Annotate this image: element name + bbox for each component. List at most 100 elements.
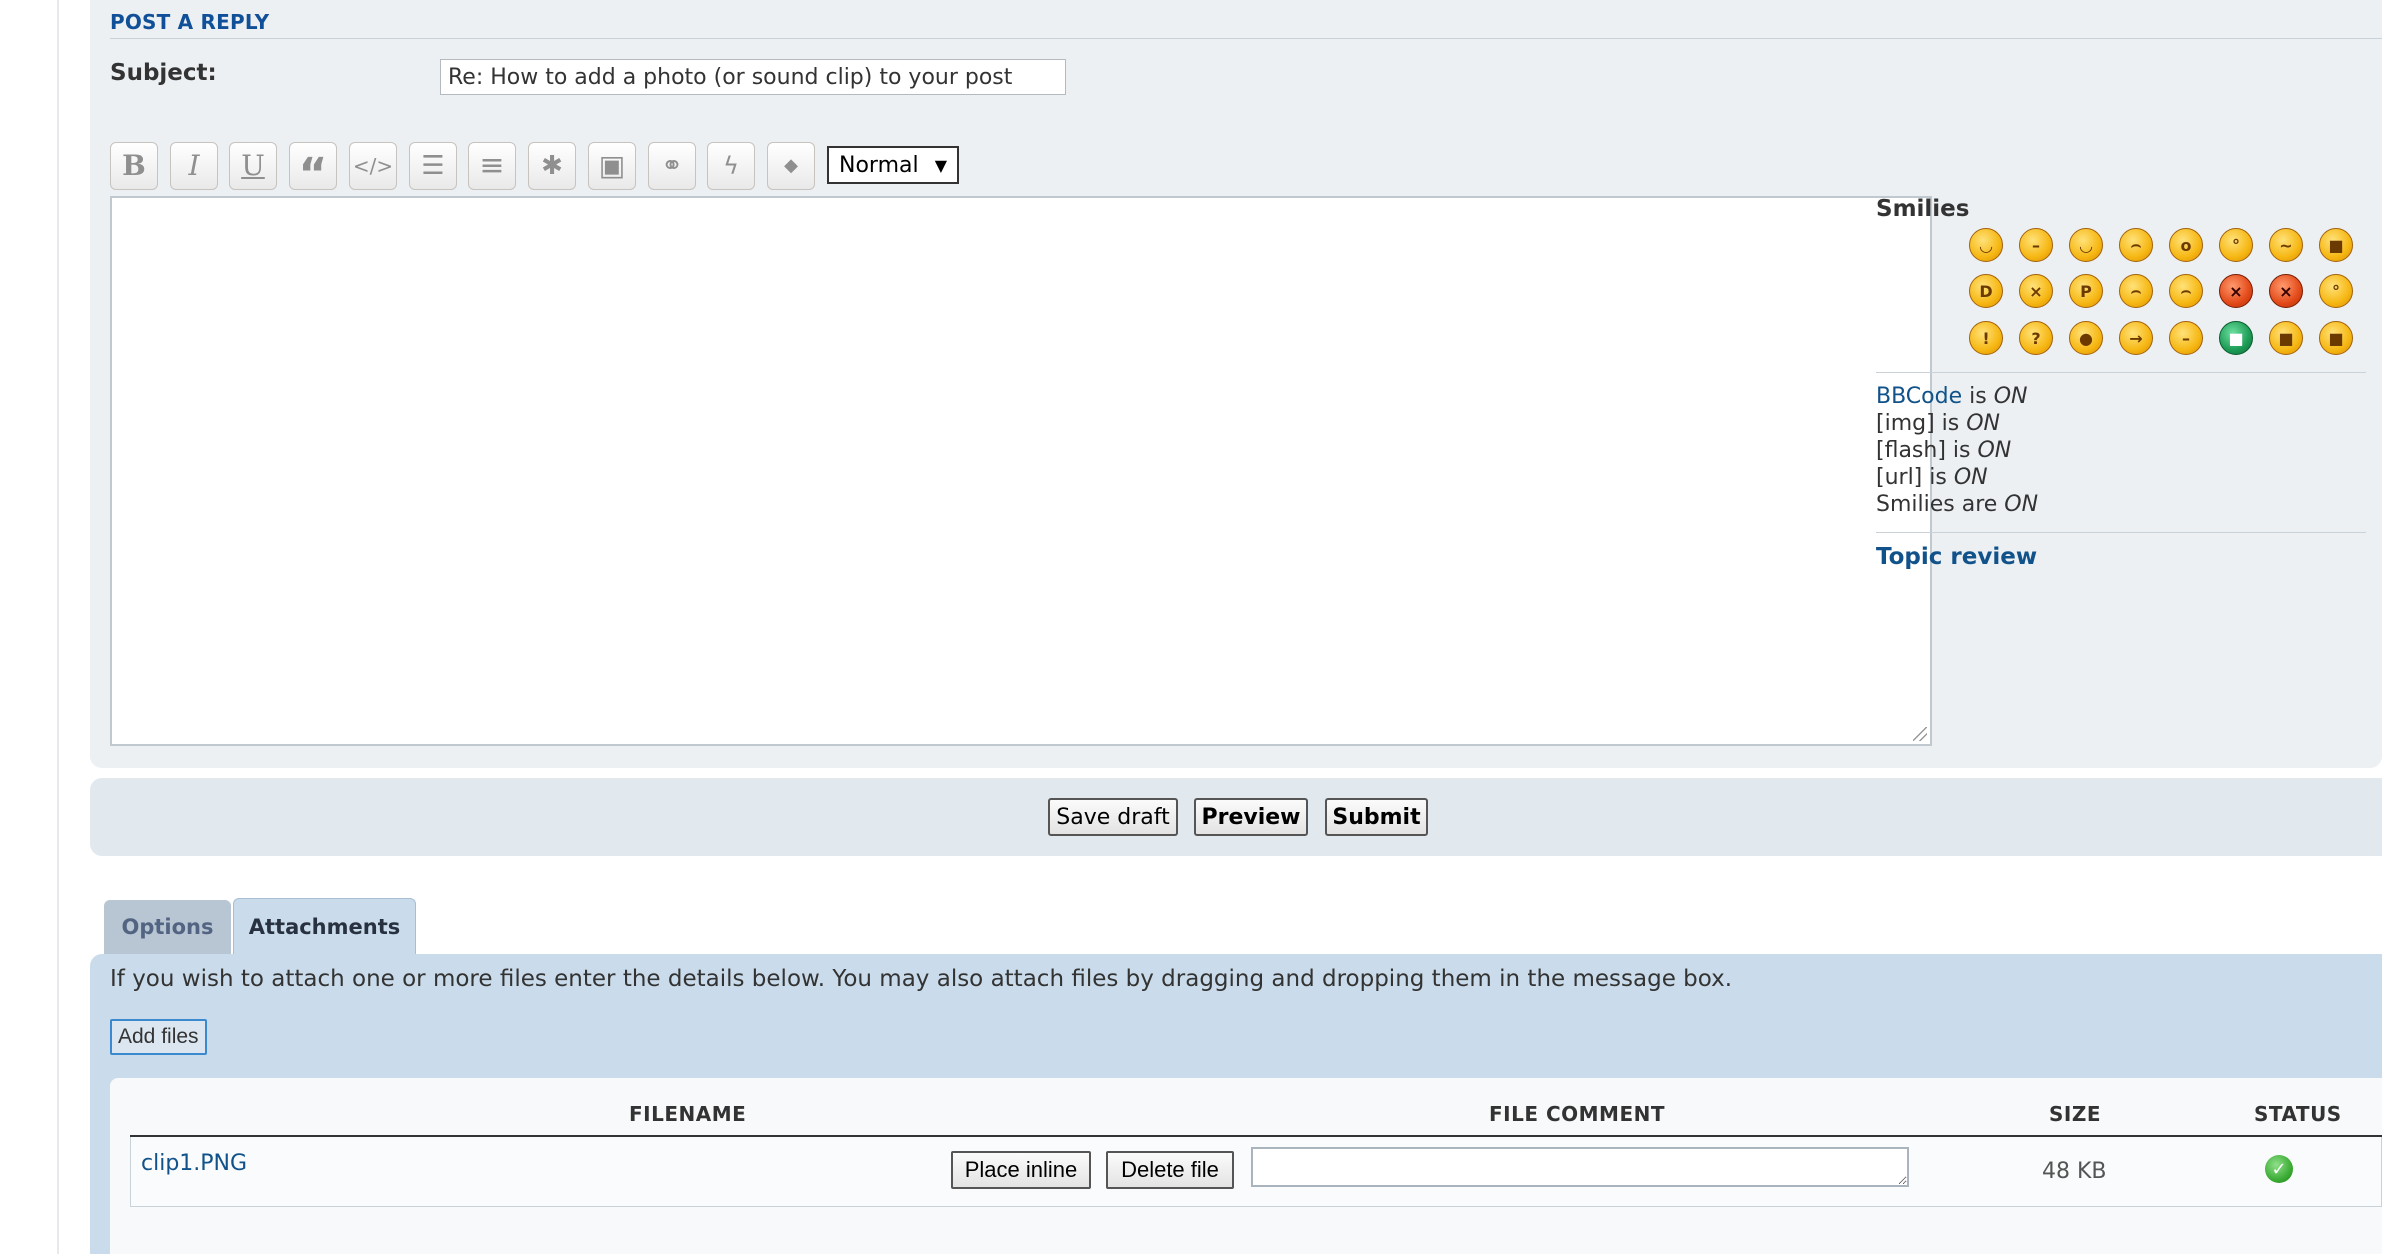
italic-button[interactable]: I (170, 142, 218, 190)
smiley-icon[interactable]: P (2069, 274, 2103, 308)
bbcode-status-text: is (1962, 384, 1994, 409)
code-button[interactable]: </> (349, 142, 397, 190)
topic-review-link[interactable]: Topic review (1876, 544, 2037, 570)
smilies-status-text: Smilies are (1876, 492, 2005, 517)
smiley-icon[interactable]: ! (1969, 321, 2003, 355)
link-button[interactable]: ⚭ (648, 142, 696, 190)
add-files-button[interactable]: Add files (110, 1019, 207, 1055)
smiley-icon[interactable]: ~ (2269, 228, 2303, 262)
smiley-icon[interactable]: ● (2069, 321, 2103, 355)
ordered-list-icon: ≡ (479, 148, 505, 183)
smiley-icon[interactable]: ■ (2269, 321, 2303, 355)
place-inline-button[interactable]: Place inline (951, 1151, 1091, 1189)
smilies-title: Smilies (1876, 196, 1970, 222)
url-status: [url] is ON (1876, 464, 2038, 491)
code-icon: </> (352, 154, 394, 178)
preview-button[interactable]: Preview (1194, 798, 1308, 836)
smiley-icon[interactable]: ■ (2319, 228, 2353, 262)
bold-button[interactable]: B (110, 142, 158, 190)
bbcode-status-list: BBCode is ON [img] is ON [flash] is ON [… (1876, 383, 2038, 518)
smiley-icon[interactable]: × (2019, 274, 2053, 308)
list-icon: ☰ (421, 151, 445, 181)
submit-panel: Save draft Preview Submit (90, 778, 2382, 856)
status-divider (1876, 532, 2366, 533)
bold-icon: B (122, 149, 146, 182)
asterisk-icon: ✱ (541, 151, 563, 181)
submit-button[interactable]: Submit (1325, 798, 1428, 836)
dropdown-arrow-icon: ▼ (934, 155, 947, 175)
font-size-value: Normal (839, 152, 919, 178)
color-button[interactable]: ◆ (767, 142, 815, 190)
smiley-icon[interactable]: D (1969, 274, 2003, 308)
subject-label: Subject: (110, 60, 217, 86)
underline-icon: U (241, 149, 265, 182)
smiley-icon[interactable]: ◡ (2069, 228, 2103, 262)
file-size: 48 KB (2042, 1159, 2107, 1184)
attachments-panel: If you wish to attach one or more files … (90, 954, 2382, 1254)
smiley-icon[interactable]: × (2219, 274, 2253, 308)
smilies-status: Smilies are ON (1876, 491, 2038, 518)
file-name-link[interactable]: clip1.PNG (141, 1151, 247, 1176)
tab-options[interactable]: Options (104, 900, 231, 954)
post-reply-panel: POST A REPLY Subject: B I U “ </> ☰ ≡ ✱ … (90, 0, 2382, 768)
italic-icon: I (188, 149, 200, 182)
smiley-icon[interactable]: ■ (2319, 321, 2353, 355)
message-textarea[interactable] (110, 196, 1932, 746)
font-size-select[interactable]: Normal ▼ (827, 146, 959, 184)
column-header-status: STATUS (2254, 1102, 2342, 1126)
url-status-text: [url] is (1876, 465, 1954, 490)
smiley-icon[interactable]: ⌢ (2119, 228, 2153, 262)
smiley-icon[interactable]: → (2119, 321, 2153, 355)
img-status: [img] is ON (1876, 410, 2038, 437)
bbcode-state: ON (1993, 384, 2028, 409)
underline-button[interactable]: U (229, 142, 277, 190)
link-icon: ⚭ (661, 151, 683, 181)
save-draft-button[interactable]: Save draft (1048, 798, 1178, 836)
resize-handle-icon[interactable] (1913, 727, 1927, 741)
smiley-icon[interactable]: ° (2319, 274, 2353, 308)
list-item-button[interactable]: ✱ (528, 142, 576, 190)
column-header-size: SIZE (2049, 1102, 2102, 1126)
ordered-list-button[interactable]: ≡ (468, 142, 516, 190)
bbcode-link[interactable]: BBCode (1876, 384, 1962, 409)
list-button[interactable]: ☰ (409, 142, 457, 190)
subject-input[interactable] (440, 59, 1066, 95)
panel-title: POST A REPLY (110, 10, 270, 34)
page-left-border (57, 0, 59, 1254)
smiley-icon[interactable]: ° (2219, 228, 2253, 262)
attachments-table: FILENAME FILE COMMENT SIZE STATUS clip1.… (110, 1078, 2382, 1254)
smilies-divider (1876, 372, 2366, 373)
check-circle-icon: ✓ (2265, 1155, 2293, 1183)
flash-status: [flash] is ON (1876, 437, 2038, 464)
smiley-icon[interactable]: ⌢ (2119, 274, 2153, 308)
tab-attachments[interactable]: Attachments (233, 898, 416, 954)
attachments-help-text: If you wish to attach one or more files … (110, 966, 1733, 992)
url-state: ON (1953, 465, 1988, 490)
flash-status-text: [flash] is (1876, 438, 1978, 463)
image-icon: ▣ (598, 149, 626, 182)
smiley-icon[interactable]: ? (2019, 321, 2053, 355)
column-header-file-comment: FILE COMMENT (1489, 1102, 1665, 1126)
flash-icon: ϟ (723, 152, 739, 180)
file-comment-input[interactable] (1251, 1147, 1909, 1187)
smiley-icon[interactable]: o (2169, 228, 2203, 262)
smiley-icon[interactable]: ◡ (1969, 228, 2003, 262)
quote-icon: “ (298, 149, 328, 200)
delete-file-button[interactable]: Delete file (1106, 1151, 1234, 1189)
image-button[interactable]: ▣ (588, 142, 636, 190)
quote-button[interactable]: “ (289, 142, 337, 197)
smiley-icon[interactable]: × (2269, 274, 2303, 308)
smiley-icon[interactable]: – (2019, 228, 2053, 262)
img-state: ON (1966, 411, 2001, 436)
bbcode-status: BBCode is ON (1876, 383, 2038, 410)
smilies-state: ON (2004, 492, 2039, 517)
column-header-filename: FILENAME (629, 1102, 747, 1126)
droplet-icon: ◆ (784, 155, 798, 176)
flash-state: ON (1977, 438, 2012, 463)
smiley-icon[interactable]: ⌢ (2169, 274, 2203, 308)
flash-button[interactable]: ϟ (707, 142, 755, 190)
title-divider (110, 38, 2382, 39)
smiley-icon[interactable]: – (2169, 321, 2203, 355)
smiley-icon[interactable]: ■ (2219, 321, 2253, 355)
img-status-text: [img] is (1876, 411, 1967, 436)
